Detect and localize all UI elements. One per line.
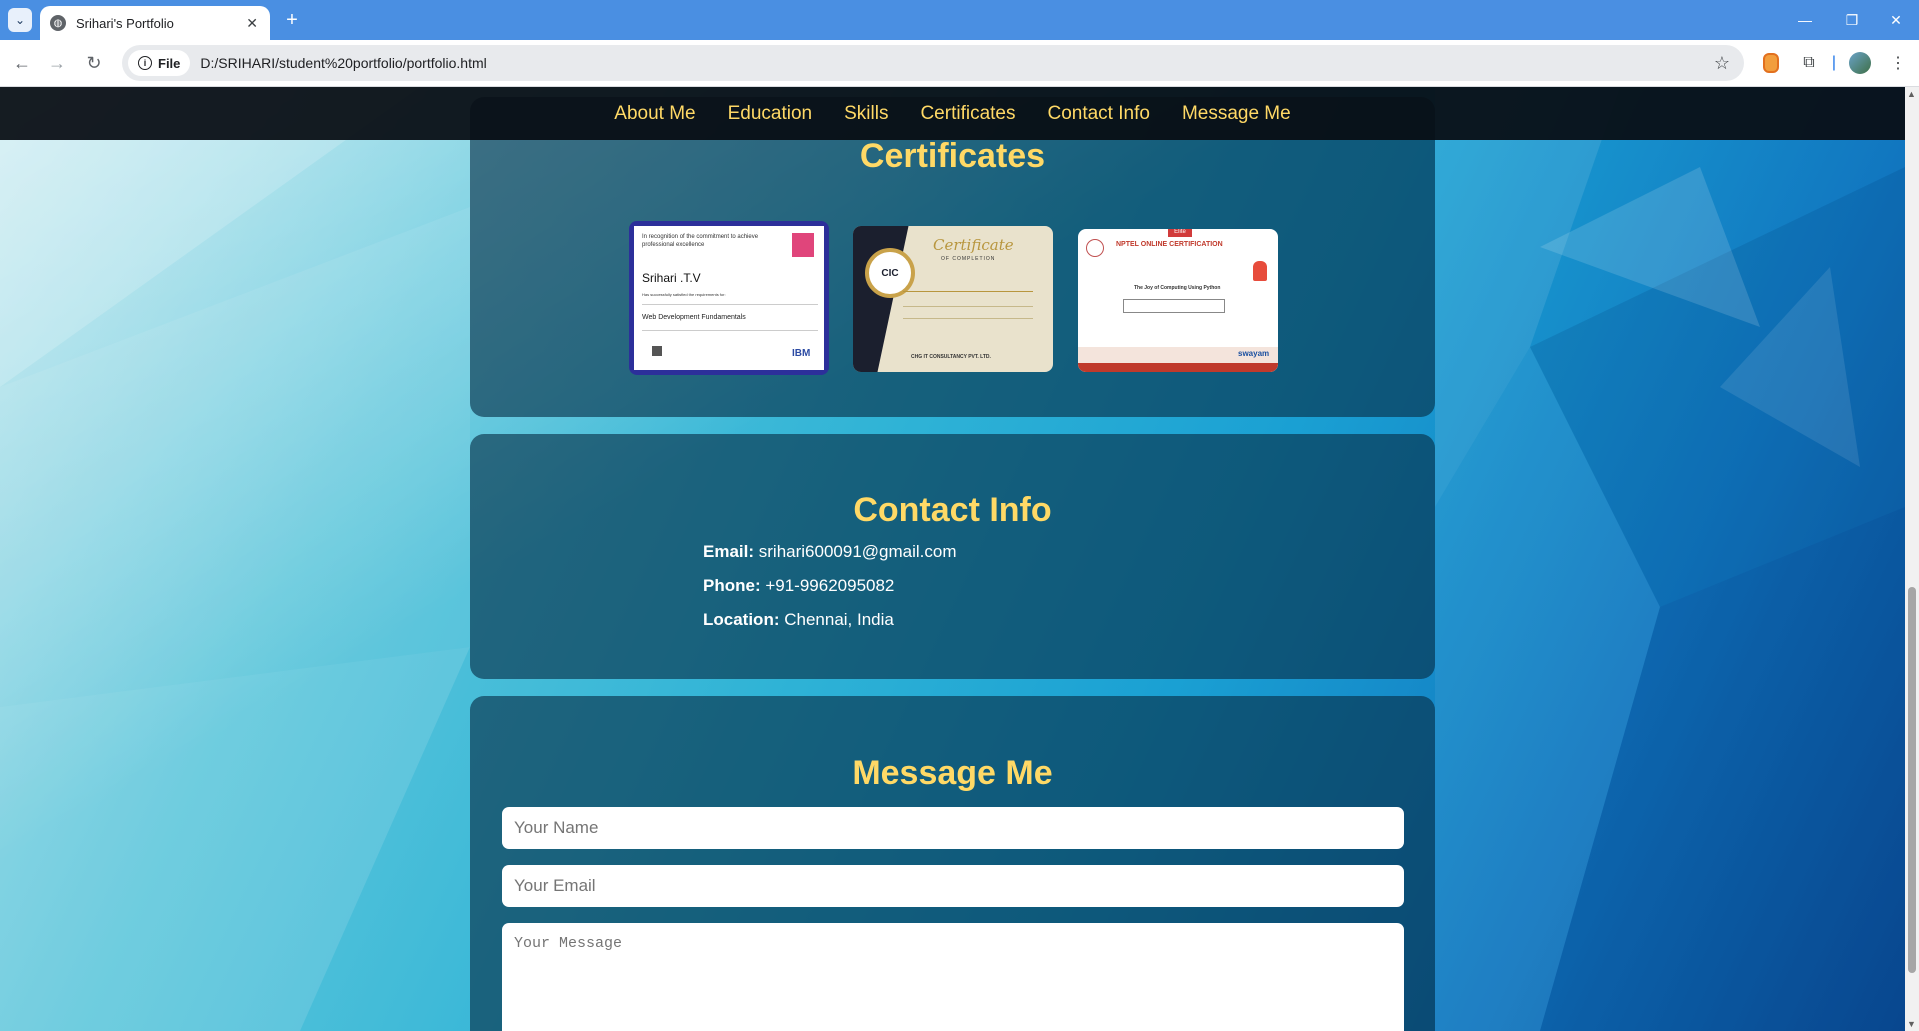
minimize-button[interactable]: —	[1785, 8, 1825, 32]
scroll-down-arrow-icon[interactable]: ▼	[1907, 1019, 1916, 1029]
cic-certificate-image[interactable]: CIC Certificate OF COMPLETION CHG IT CON…	[853, 226, 1053, 372]
new-tab-button[interactable]: +	[280, 8, 304, 32]
site-info-label: File	[158, 55, 181, 71]
nav-education[interactable]: Education	[728, 103, 813, 125]
info-icon: i	[138, 56, 152, 70]
back-arrow-icon[interactable]: ←	[10, 51, 34, 75]
cert1-line2: professional excellence	[642, 242, 705, 248]
site-info-chip[interactable]: i File	[128, 50, 191, 76]
address-bar[interactable]: i File D:/SRIHARI/student%20portfolio/po…	[122, 45, 1744, 81]
page-viewport: Certificates In recognition of the commi…	[0, 87, 1905, 1031]
message-heading: Message Me	[852, 754, 1053, 792]
swayam-logo: swayam	[1238, 349, 1270, 358]
contact-email-row: Email: srihari600091@gmail.com	[703, 542, 957, 562]
cert1-line1: In recognition of the commitment to achi…	[642, 234, 759, 240]
phone-value[interactable]: +91-9962095082	[765, 576, 894, 595]
tab-title: Srihari's Portfolio	[76, 15, 174, 31]
cert2-footer: CHG IT CONSULTANCY PVT. LTD.	[911, 354, 991, 360]
cert3-title: NPTEL ONLINE CERTIFICATION	[1116, 241, 1223, 248]
forward-arrow-icon[interactable]: →	[45, 51, 69, 75]
certificates-section: Certificates In recognition of the commi…	[470, 97, 1435, 417]
location-value: Chennai, India	[784, 610, 894, 629]
globe-icon: ◍	[50, 15, 66, 31]
nav-skills[interactable]: Skills	[844, 103, 888, 125]
bookmark-star-icon[interactable]: ☆	[1714, 53, 1730, 74]
email-value[interactable]: srihari600091@gmail.com	[759, 542, 957, 561]
nav-message-me[interactable]: Message Me	[1182, 103, 1291, 125]
cert1-text: Has successfully satisfied the requireme…	[642, 292, 726, 297]
cert3-course: The Joy of Computing Using Python	[1134, 285, 1221, 291]
location-label: Location:	[703, 610, 780, 629]
cert1-name: Srihari .T.V	[642, 271, 701, 285]
kebab-menu-icon[interactable]: ⋮	[1886, 51, 1910, 75]
profile-avatar[interactable]	[1848, 51, 1872, 75]
contact-heading: Contact Info	[853, 491, 1052, 529]
message-section: Message Me	[470, 696, 1435, 1031]
name-input[interactable]	[502, 807, 1404, 849]
extensions-puzzle-icon[interactable]: ⧉	[1797, 51, 1821, 75]
scrollbar-thumb[interactable]	[1908, 587, 1916, 973]
browser-toolbar: ← → ↻ i File D:/SRIHARI/student%20portfo…	[0, 40, 1919, 87]
certificates-heading: Certificates	[859, 137, 1046, 175]
close-window-button[interactable]: ✕	[1876, 8, 1916, 32]
tab-search-icon[interactable]: ⌄	[8, 8, 32, 32]
browser-tab[interactable]: ◍ Srihari's Portfolio ✕	[40, 6, 270, 40]
nav-contact-info[interactable]: Contact Info	[1047, 103, 1149, 125]
extension-icon[interactable]	[1759, 51, 1783, 75]
nav-about-me[interactable]: About Me	[614, 103, 695, 125]
browser-tab-bar: ⌄ ◍ Srihari's Portfolio ✕ + — ❐ ✕	[0, 0, 1919, 40]
contact-phone-row: Phone: +91-9962095082	[703, 576, 894, 596]
restore-button[interactable]: ❐	[1832, 8, 1872, 32]
email-label: Email:	[703, 542, 755, 561]
site-nav: About Me Education Skills Certificates C…	[0, 87, 1905, 140]
reload-icon[interactable]: ↻	[82, 51, 106, 75]
toolbar-divider: |	[1831, 54, 1837, 71]
phone-label: Phone:	[703, 576, 761, 595]
ibm-certificate-image[interactable]: In recognition of the commitment to achi…	[629, 221, 829, 375]
message-textarea[interactable]	[502, 923, 1404, 1031]
cert1-course: Web Development Fundamentals	[642, 314, 746, 321]
scroll-up-arrow-icon[interactable]: ▲	[1907, 89, 1916, 99]
cert2-subtitle: OF COMPLETION	[941, 256, 996, 262]
nav-certificates[interactable]: Certificates	[920, 103, 1015, 125]
elite-badge: Elite	[1168, 229, 1192, 237]
contact-location-row: Location: Chennai, India	[703, 610, 894, 630]
url-text[interactable]: D:/SRIHARI/student%20portfolio/portfolio…	[200, 55, 486, 71]
cert2-title: Certificate	[933, 236, 1014, 254]
ibm-logo: IBM	[792, 348, 811, 359]
email-input[interactable]	[502, 865, 1404, 907]
contact-section: Contact Info Email: srihari600091@gmail.…	[470, 434, 1435, 679]
nptel-certificate-image[interactable]: Elite NPTEL ONLINE CERTIFICATION The Joy…	[1078, 229, 1278, 372]
page-scrollbar[interactable]: ▲ ▼	[1905, 87, 1919, 1031]
tab-close-icon[interactable]: ✕	[246, 15, 258, 32]
